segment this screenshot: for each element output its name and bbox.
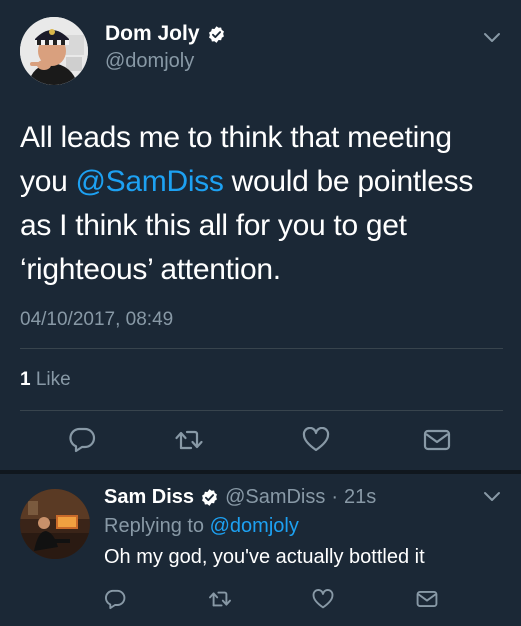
- chevron-down-icon[interactable]: [483, 491, 501, 503]
- message-button[interactable]: [417, 424, 457, 456]
- author-handle[interactable]: @domjoly: [105, 50, 194, 73]
- reply-icon: [104, 589, 126, 609]
- like-icon: [302, 427, 330, 452]
- like-icon: [312, 588, 334, 608]
- like-button[interactable]: [307, 586, 339, 612]
- verified-badge-icon: [208, 25, 224, 43]
- like-button[interactable]: [296, 424, 336, 456]
- mention-link-samdiss[interactable]: @SamDiss: [76, 165, 224, 198]
- reply-text: Oh my god, you've actually bottled it: [104, 546, 425, 568]
- avatar-dom-joly[interactable]: [20, 17, 88, 85]
- reply-icon: [69, 427, 96, 453]
- message-icon: [423, 429, 451, 451]
- tweet-text: All leads me to think that meeting you @…: [20, 116, 500, 292]
- reply-time-ago[interactable]: 21s: [344, 486, 376, 509]
- tweet-text-line: All leads me to think that meeting: [20, 121, 452, 154]
- chevron-down-icon[interactable]: [483, 32, 501, 44]
- reply-author-row[interactable]: Sam Diss @SamDiss · 21s: [104, 486, 376, 509]
- reply-author-name[interactable]: Sam Diss: [104, 486, 194, 509]
- likes-count[interactable]: 1 Like: [20, 369, 71, 391]
- message-icon: [416, 590, 438, 608]
- author-display-name[interactable]: Dom Joly: [105, 22, 200, 46]
- tweet-timestamp[interactable]: 04/10/2017, 08:49: [20, 309, 173, 331]
- divider: [20, 410, 503, 411]
- author-name-row[interactable]: Dom Joly: [105, 22, 226, 46]
- replying-to-label: Replying to: [104, 515, 205, 537]
- tweet-text-line: ‘righteous’ attention.: [20, 253, 281, 286]
- reply-button[interactable]: [99, 586, 131, 612]
- reply-button[interactable]: [62, 424, 102, 456]
- retweet-icon: [209, 591, 231, 607]
- replying-to-handle-link[interactable]: @domjoly: [210, 515, 299, 537]
- likes-number: 1: [20, 369, 31, 390]
- thread-separator: [0, 470, 521, 474]
- divider: [20, 348, 503, 349]
- replying-to: Replying to @domjoly: [104, 515, 299, 538]
- message-button[interactable]: [411, 586, 443, 612]
- tweet-text-line: you @SamDiss would be pointless: [20, 165, 474, 198]
- verified-badge-icon: [202, 489, 218, 506]
- retweet-button[interactable]: [204, 586, 236, 612]
- tweet-text-line: as I think this all for you to get: [20, 209, 407, 242]
- separator-dot: ·: [331, 486, 339, 508]
- retweet-icon: [175, 430, 203, 450]
- likes-label: Like: [35, 369, 71, 390]
- avatar-sam-diss[interactable]: [20, 489, 90, 559]
- retweet-button[interactable]: [169, 424, 209, 456]
- reply-author-handle[interactable]: @SamDiss: [225, 486, 325, 509]
